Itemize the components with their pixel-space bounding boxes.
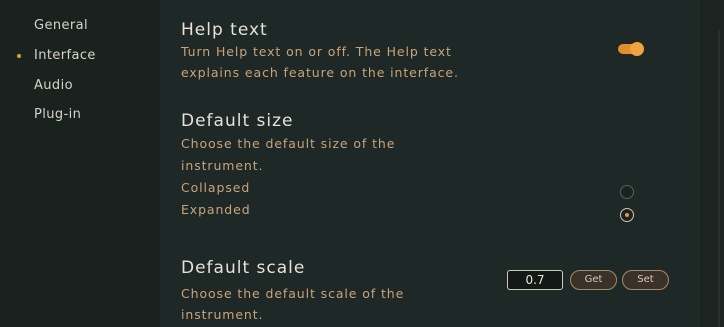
sidebar-item-label: Interface xyxy=(34,48,96,63)
get-button[interactable]: Get xyxy=(570,270,617,290)
help-text-description-line1: Turn Help text on or off. The Help text xyxy=(181,44,452,59)
sidebar-item-general[interactable]: General xyxy=(34,18,88,33)
sidebar: General Interface Audio Plug-in xyxy=(0,0,160,327)
help-text-toggle[interactable] xyxy=(618,42,644,56)
set-button[interactable]: Set xyxy=(622,270,669,290)
radio-selected-dot xyxy=(625,213,629,217)
scrollbar-track[interactable] xyxy=(718,30,720,327)
scale-input[interactable] xyxy=(507,270,563,290)
option-label-collapsed: Collapsed xyxy=(181,180,251,195)
sidebar-item-plug-in[interactable]: Plug-in xyxy=(34,107,81,122)
default-scale-description-line2: instrument. xyxy=(181,307,264,322)
settings-panel: Help text Turn Help text on or off. The … xyxy=(160,0,700,327)
right-panel-edge xyxy=(700,0,724,327)
sidebar-item-audio[interactable]: Audio xyxy=(34,78,73,93)
toggle-knob xyxy=(630,42,644,56)
option-label-expanded: Expanded xyxy=(181,202,251,217)
preferences-window: General Interface Audio Plug-in Help tex… xyxy=(0,0,724,327)
default-scale-description-line1: Choose the default scale of the xyxy=(181,286,405,301)
default-size-description-line2: instrument. xyxy=(181,158,264,173)
default-size-heading: Default size xyxy=(181,111,294,131)
radio-expanded[interactable] xyxy=(620,208,634,222)
help-text-description-line2: explains each feature on the interface. xyxy=(181,65,459,80)
help-text-heading: Help text xyxy=(181,20,268,40)
default-size-description-line1: Choose the default size of the xyxy=(181,136,396,151)
sidebar-item-interface[interactable]: Interface xyxy=(17,48,96,63)
active-indicator-dot xyxy=(17,54,21,58)
radio-collapsed[interactable] xyxy=(620,185,634,199)
default-scale-heading: Default scale xyxy=(181,258,306,278)
